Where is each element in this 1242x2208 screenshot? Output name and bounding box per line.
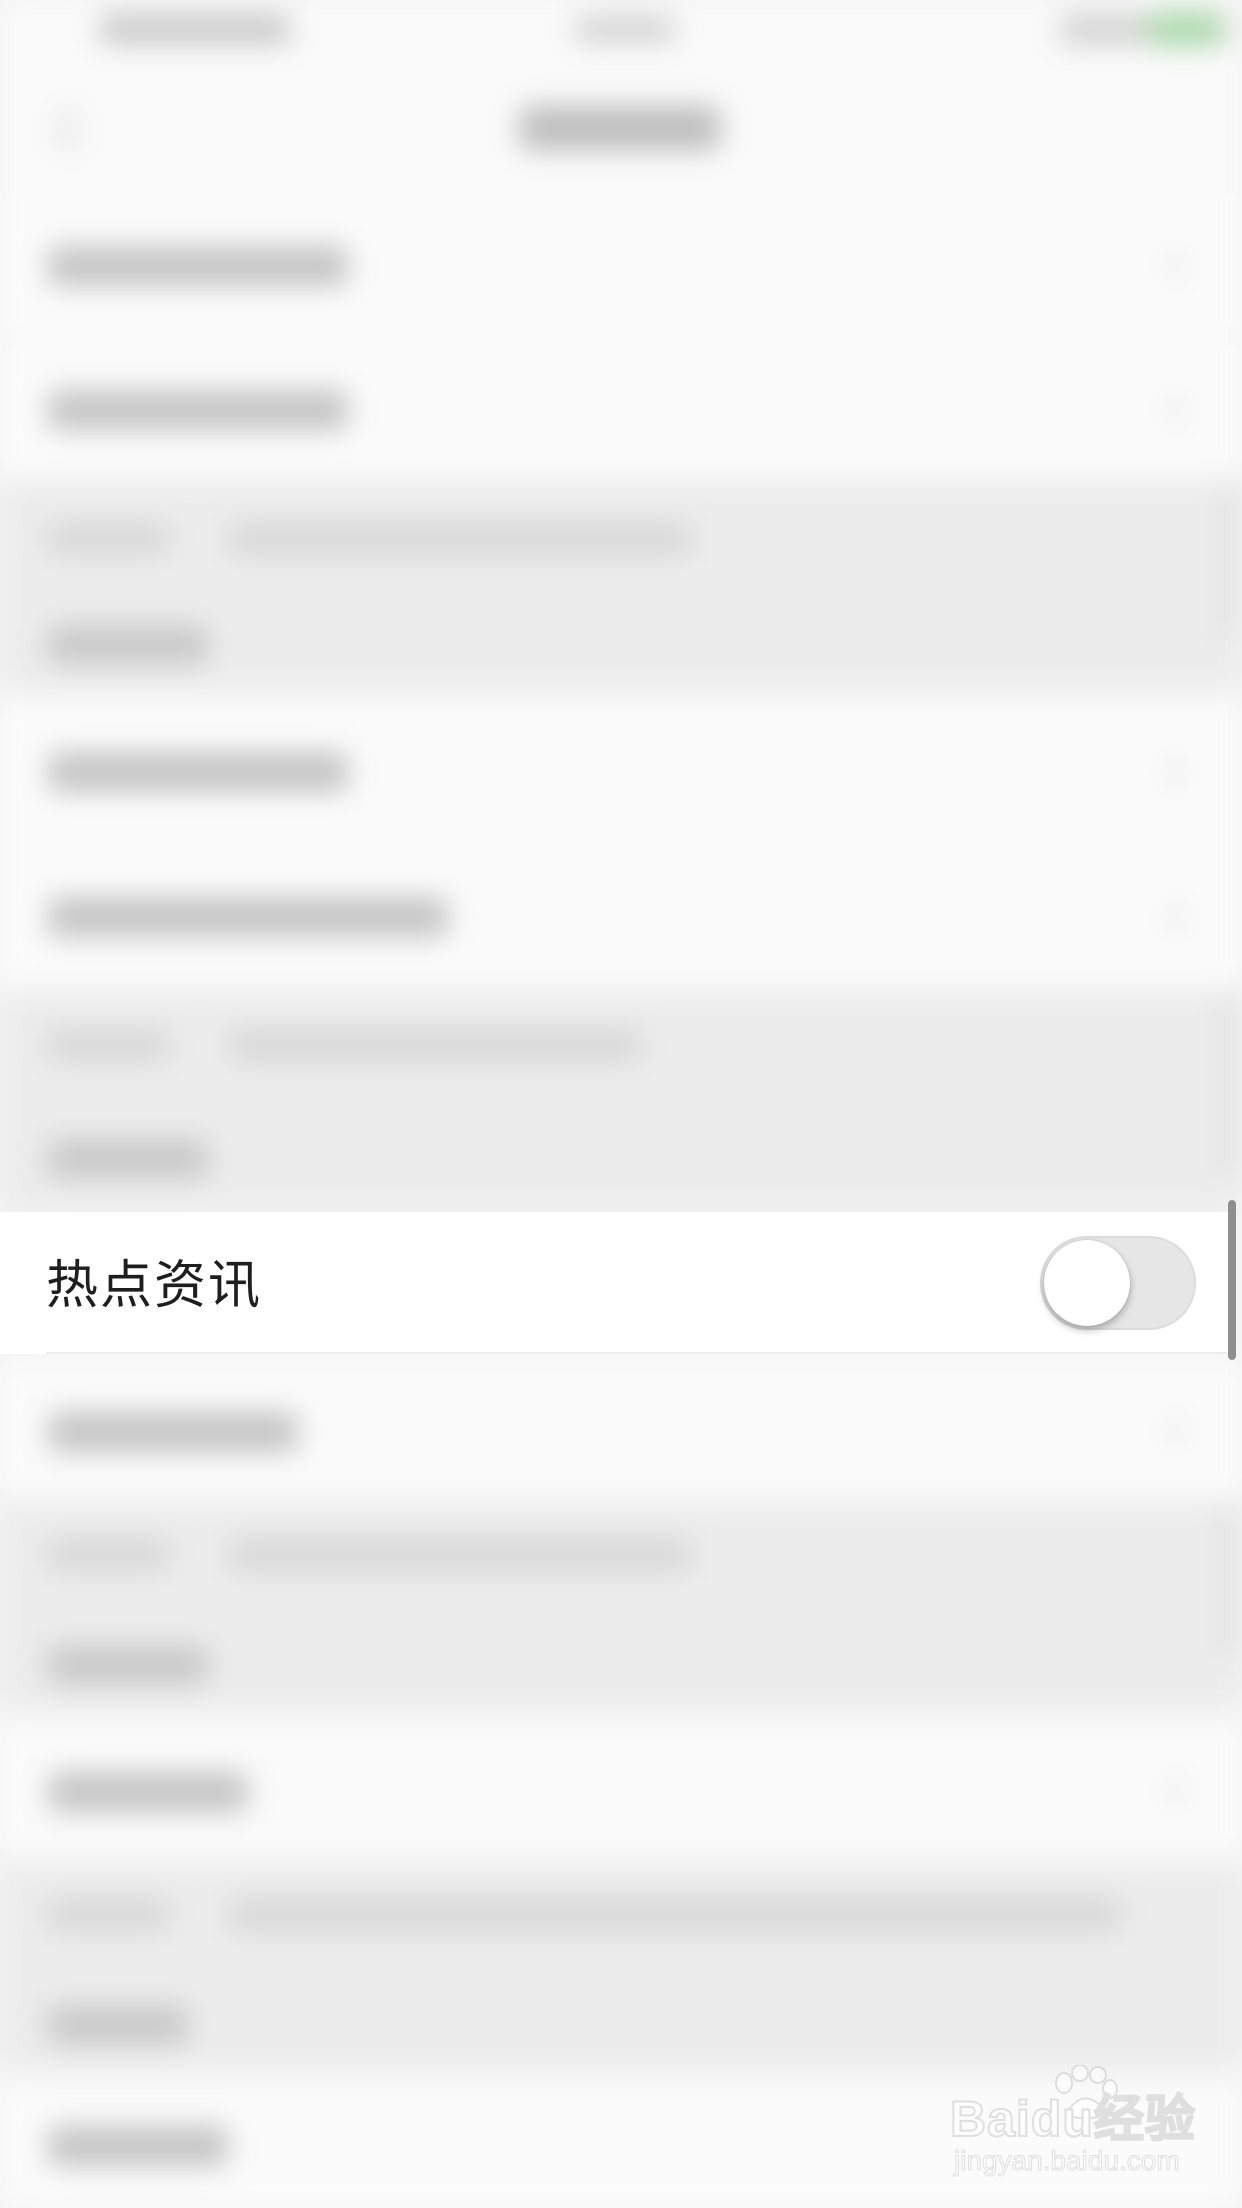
hot-news-toggle[interactable] [1040,1236,1196,1330]
section-header-label [48,2006,188,2044]
footer-text [48,1030,168,1060]
footer-text [230,524,690,554]
blurred-background [0,0,1242,2208]
settings-row-hot-news: 热点资讯 [0,1212,1230,1354]
settings-row[interactable] [0,1360,1242,1500]
settings-row-label [48,390,348,430]
settings-row[interactable] [0,196,1242,336]
chevron-right-icon [1153,393,1187,427]
status-carrier [100,14,290,44]
navigation-bar [0,66,1242,196]
scrollbar [1224,990,1232,1180]
watermark-logo-text: Baidu经验 [949,2090,1196,2148]
chevron-right-icon [1153,900,1187,934]
section-footer [0,480,1242,600]
settings-row[interactable] [0,700,1242,845]
chevron-right-icon [1153,249,1187,283]
toggle-knob [1044,1240,1130,1326]
settings-row-label [48,1772,248,1812]
section-header-label [48,1646,208,1684]
footer-text [48,524,168,554]
chevron-left-icon[interactable] [53,107,97,151]
chevron-right-icon [1153,1413,1187,1447]
section-header [0,1110,1242,1210]
watermark: Baidu经验 jingyan.baidu.com [949,2065,1230,2195]
scroll-indicator[interactable] [1228,1200,1236,1360]
footer-text [48,1540,168,1570]
footer-text [48,1900,168,1930]
footer-text [230,1540,690,1570]
footer-text [230,1030,640,1060]
settings-row-label [48,752,348,792]
settings-row-label [48,246,348,286]
section-header-label [48,1140,208,1178]
chevron-right-icon [1153,755,1187,789]
watermark-url: jingyan.baidu.com [954,2145,1181,2177]
page-title [520,106,720,150]
status-time [575,16,675,42]
settings-row-label [48,2126,228,2166]
settings-row[interactable] [0,340,1242,480]
battery-icon [1150,12,1220,46]
scrollbar [1224,1500,1232,1660]
settings-row-label [48,1412,298,1452]
chevron-right-icon [1153,1773,1187,1807]
settings-row-label [48,897,448,937]
section-footer [0,1500,1242,1620]
row-divider [46,1352,1230,1354]
section-header [0,600,1242,690]
section-header-label [48,626,208,664]
section-footer [0,990,1242,1110]
footer-text [230,1900,1120,1930]
section-footer [0,1860,1242,1980]
settings-row[interactable] [0,1720,1242,1860]
section-header [0,1620,1242,1710]
section-header [0,1980,1242,2070]
hot-news-label: 热点资讯 [46,1256,263,1316]
settings-row[interactable] [0,845,1242,990]
status-bar [0,0,1242,66]
scrollbar [1224,480,1232,640]
